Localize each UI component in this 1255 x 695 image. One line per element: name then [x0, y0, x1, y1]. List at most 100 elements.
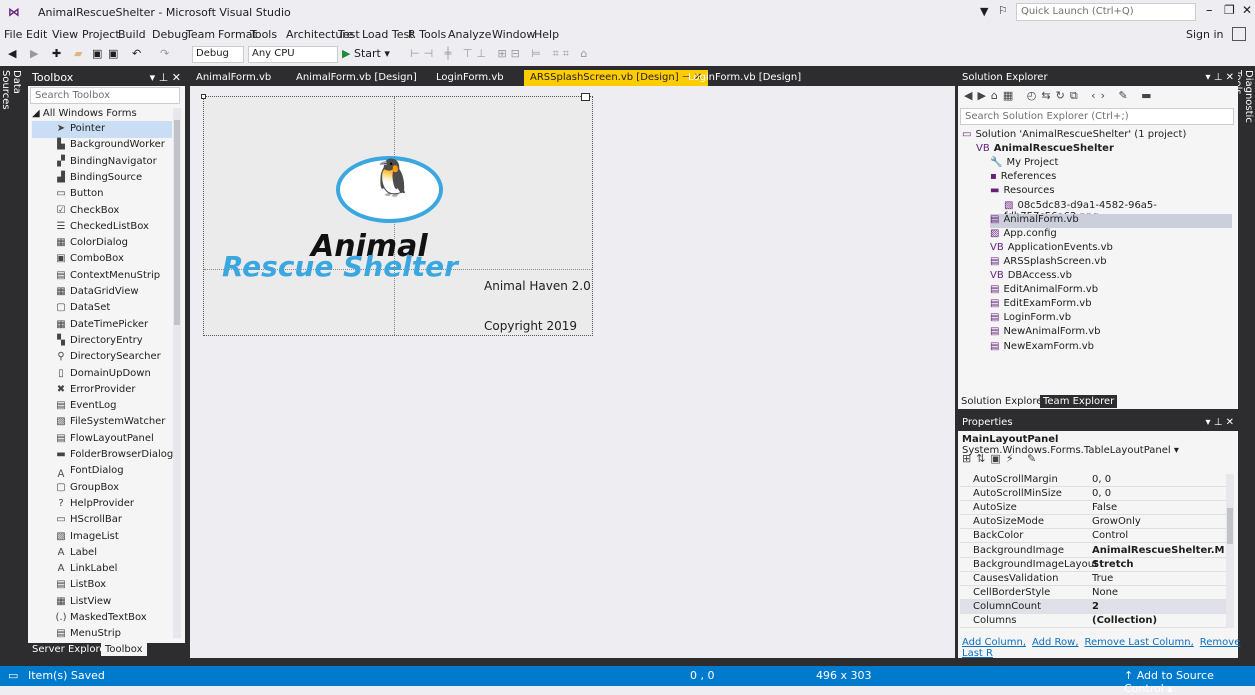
toolbox-item[interactable]: ▧ FileSystemWatcher	[32, 414, 172, 431]
toolbox-item[interactable]: ▤ EventLog	[32, 398, 172, 415]
property-row[interactable]: BackgroundImage AnimalRescueShelter.M	[960, 544, 1226, 558]
property-value[interactable]: 0, 0	[1092, 488, 1111, 499]
quick-launch-input[interactable]: Quick Launch (Ctrl+Q)	[1016, 3, 1196, 21]
solution-explorer-search-input[interactable]: Search Solution Explorer (Ctrl+;)	[960, 108, 1234, 125]
solution-tree-item[interactable]: ▤ AnimalForm.vb	[990, 213, 1232, 228]
property-row[interactable]: Columns (Collection)	[960, 614, 1226, 628]
account-icon[interactable]	[1232, 27, 1246, 41]
sign-in-link[interactable]: Sign in	[1186, 28, 1224, 41]
property-row[interactable]: AutoScrollMargin 0, 0	[960, 473, 1226, 487]
toolbox-item[interactable]: ▦ ColorDialog	[32, 235, 172, 252]
toolbox-item[interactable]: ▧ ImageList	[32, 529, 172, 546]
property-row[interactable]: AutoSizeMode GrowOnly	[960, 515, 1226, 530]
menu-analyze[interactable]: Analyze	[448, 28, 491, 41]
toolbox-item[interactable]: ▚ DirectoryEntry	[32, 333, 172, 350]
solution-tree-item[interactable]: VB DBAccess.vb	[990, 270, 1232, 284]
toolbox-item[interactable]: Ａ FontDialog	[32, 463, 172, 480]
menu-debug[interactable]: Debug	[152, 28, 188, 41]
property-row[interactable]: AutoScrollMinSize 0, 0	[960, 487, 1226, 502]
property-value[interactable]: GrowOnly	[1092, 516, 1141, 527]
solution-tree-item[interactable]: ▭ Solution 'AnimalRescueShelter' (1 proje…	[962, 129, 1232, 143]
menu-file[interactable]: File	[4, 28, 22, 41]
toolbox-item[interactable]: ➤ Pointer	[32, 121, 172, 138]
toolbox-item[interactable]: ☑ CheckBox	[32, 203, 172, 220]
toolbox-item[interactable]: ▤ MenuStrip	[32, 626, 172, 643]
property-value[interactable]: Control	[1092, 530, 1128, 541]
toolbox-tab[interactable]: Toolbox	[101, 643, 147, 656]
undo-icon[interactable]: ↶	[132, 47, 141, 63]
editor-tab[interactable]: AnimalForm.vb [Design]	[290, 70, 423, 86]
solution-tree-item[interactable]: ▬ Resources	[990, 185, 1232, 199]
minimize-button[interactable]: –	[1206, 3, 1213, 18]
solution-tree-item[interactable]: VB AnimalRescueShelter	[976, 143, 1232, 157]
toolbox-item[interactable]: ⚲ DirectorySearcher	[32, 349, 172, 366]
toolbox-item[interactable]: ✖ ErrorProvider	[32, 382, 172, 399]
toolbox-item[interactable]: A Label	[32, 545, 172, 562]
toolbox-item[interactable]: (.) MaskedTextBox	[32, 610, 172, 627]
team-explorer-tab[interactable]: Team Explorer	[1040, 395, 1118, 408]
property-value[interactable]: (Collection)	[1092, 615, 1157, 626]
properties-scrollbar-thumb[interactable]	[1227, 508, 1233, 544]
notification-flag-icon[interactable]: ▼	[980, 5, 994, 18]
menu-test[interactable]: Test	[338, 28, 360, 41]
source-control-button[interactable]: ↑ Add to Source Control ▴	[1124, 669, 1255, 695]
toolbox-item[interactable]: ▯ DomainUpDown	[32, 366, 172, 383]
property-value[interactable]: Stretch	[1092, 559, 1134, 570]
editor-tab[interactable]: AnimalForm.vb	[190, 70, 277, 86]
solution-tree-item[interactable]: ▪ References	[990, 171, 1232, 185]
property-value[interactable]: False	[1092, 502, 1117, 513]
solution-tree-item[interactable]: ▤ NewExamForm.vb	[990, 341, 1232, 355]
back-icon[interactable]: ◀	[8, 47, 16, 63]
menu-build[interactable]: Build	[118, 28, 146, 41]
toolbox-item[interactable]: ▭ HScrollBar	[32, 512, 172, 529]
menu-window[interactable]: Window	[492, 28, 535, 41]
editor-tab[interactable]: ARSSplashScreen.vb [Design] ⊣ ✕	[524, 70, 709, 86]
solution-configuration-select[interactable]: Debug	[192, 46, 244, 63]
toolbox-scrollbar-thumb[interactable]	[174, 120, 180, 325]
solution-tree-item[interactable]: ▤ EditExamForm.vb	[990, 298, 1232, 312]
property-row[interactable]: CausesValidation True	[960, 572, 1226, 586]
property-value[interactable]: 2	[1092, 601, 1099, 612]
toolbox-item[interactable]: ☰ CheckedListBox	[32, 219, 172, 236]
add-row-link[interactable]: Add Row,	[1032, 637, 1079, 648]
properties-toolbar[interactable]: ⊞⇅▣⚡ ✎	[962, 452, 1041, 465]
solution-tree-item[interactable]: ▧08c5dc83-d9a1-4582-96a5-fdb757c56a62.pn…	[1004, 200, 1232, 222]
editor-tab[interactable]: LoginForm.vb	[430, 70, 510, 86]
properties-close-icon[interactable]: ▾ ⊥ ✕	[1206, 417, 1234, 428]
save-icon[interactable]: ▣	[92, 47, 102, 63]
menu-load-test[interactable]: Load Test	[362, 28, 414, 41]
solution-tree-item[interactable]: 🔧 My Project	[990, 157, 1232, 171]
property-row[interactable]: BackgroundImageLayout Stretch	[960, 558, 1226, 572]
solution-tree-item[interactable]: ▤ NewAnimalForm.vb	[990, 326, 1232, 340]
toolbox-item[interactable]: ▢ DataSet	[32, 300, 172, 317]
property-row[interactable]: AutoSize False	[960, 501, 1226, 516]
diagnostic-tools-tab[interactable]: Diagnostic Tools	[1232, 70, 1254, 150]
properties-scrollbar[interactable]	[1226, 474, 1234, 628]
add-column-link[interactable]: Add Column,	[962, 637, 1026, 648]
toolbox-item[interactable]: ▬ FolderBrowserDialog	[32, 447, 173, 464]
toolbox-item[interactable]: ▢ GroupBox	[32, 480, 172, 497]
toolbox-item[interactable]: ▟ BindingSource	[32, 170, 172, 187]
property-value[interactable]: None	[1092, 587, 1118, 598]
open-file-icon[interactable]: ▰	[74, 47, 82, 63]
toolbox-item[interactable]: ▙ BackgroundWorker	[32, 137, 172, 154]
toolbox-search-input[interactable]: Search Toolbox	[30, 87, 180, 104]
new-project-icon[interactable]: ✚	[52, 47, 61, 63]
smart-tag-icon[interactable]	[581, 93, 590, 101]
remove-last-column-link[interactable]: Remove Last Column,	[1085, 637, 1194, 648]
toolbox-item[interactable]: ▣ ComboBox	[32, 251, 172, 268]
solution-tree-item[interactable]: ▨ App.config	[990, 228, 1232, 242]
toolbox-item[interactable]: ▤ ContextMenuStrip	[32, 268, 172, 285]
property-row[interactable]: BackColor Control	[960, 529, 1226, 544]
solution-tree-item[interactable]: ▤ LoginForm.vb	[990, 312, 1232, 326]
toolbox-item[interactable]: ▦ DateTimePicker	[32, 317, 172, 334]
form-resize-handle[interactable]	[201, 94, 206, 99]
toolbox-item[interactable]: ? HelpProvider	[32, 496, 172, 513]
server-explorer-tab[interactable]: Server Explorer	[32, 644, 110, 655]
menu-r-tools[interactable]: R Tools	[408, 28, 446, 41]
property-value[interactable]: AnimalRescueShelter.M	[1092, 545, 1225, 556]
menu-help[interactable]: Help	[534, 28, 559, 41]
solution-tree-item[interactable]: ▤ ARSSplashScreen.vb	[990, 256, 1232, 270]
save-all-icon[interactable]: ▣	[108, 47, 118, 63]
toolbox-item[interactable]: ▦ ListView	[32, 594, 172, 611]
